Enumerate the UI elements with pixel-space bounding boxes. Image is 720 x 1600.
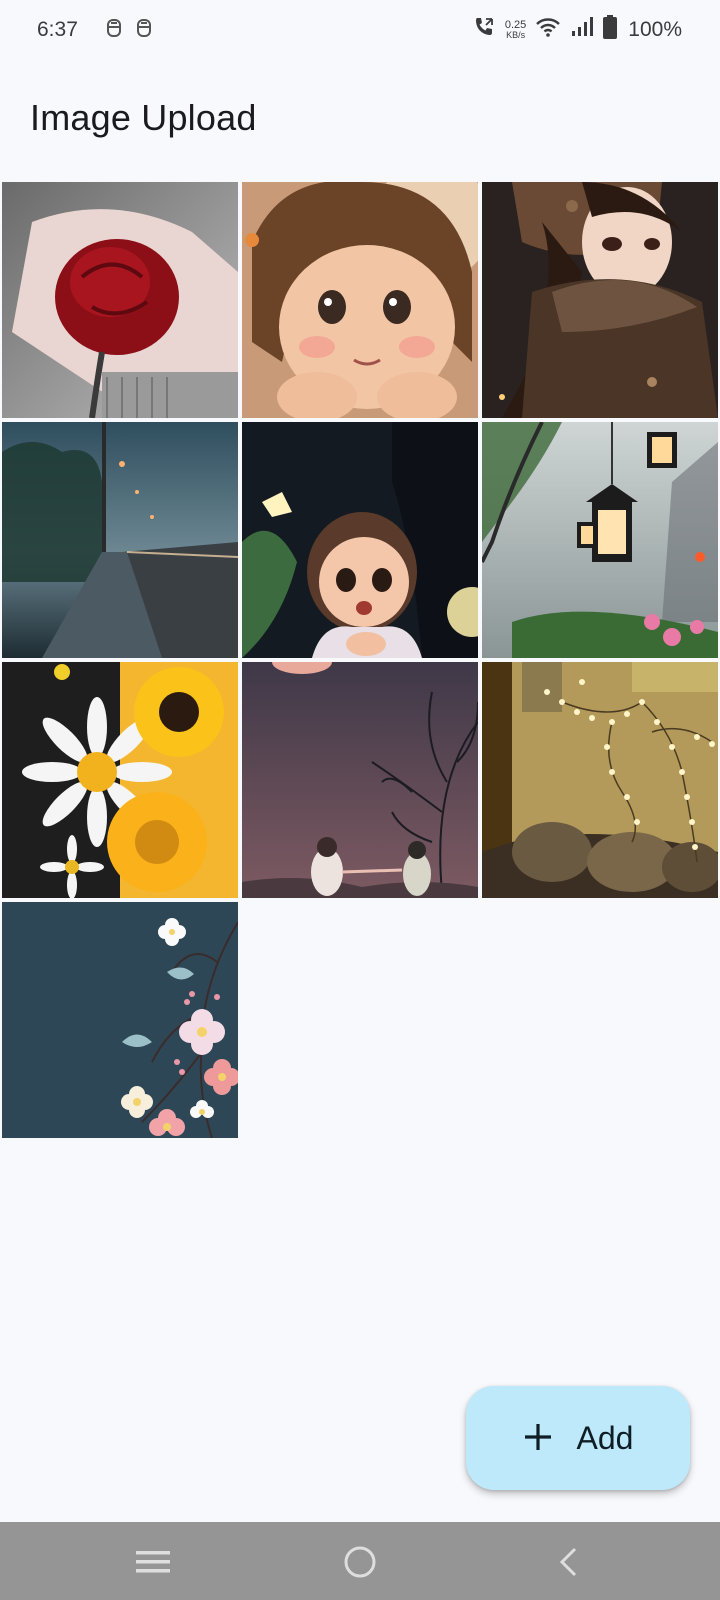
add-button-label: Add: [576, 1419, 634, 1456]
image-anime-girl-scarf[interactable]: [482, 182, 718, 418]
image-daisies-sunflowers[interactable]: [2, 662, 238, 898]
page-title: Image Upload: [30, 97, 257, 138]
status-left-icons: [106, 17, 152, 44]
network-speed-value: 0.25: [504, 18, 527, 31]
image-red-rose[interactable]: [2, 182, 238, 418]
network-speed-unit: KB/s: [506, 29, 526, 40]
network-speed: 0.25 KB/s: [504, 18, 527, 40]
call-icon: [472, 15, 496, 44]
notification-icon: [106, 17, 122, 44]
notification-icon: [136, 17, 152, 44]
home-icon[interactable]: [338, 1540, 382, 1584]
image-cartoon-girl-night[interactable]: [242, 422, 478, 658]
image-blossom-branch[interactable]: [2, 902, 238, 1138]
back-icon[interactable]: [546, 1540, 590, 1584]
image-lanterns[interactable]: [482, 422, 718, 658]
battery-icon: [603, 15, 618, 44]
image-couple-moon[interactable]: [242, 662, 478, 898]
battery-percent: 100%: [628, 17, 682, 41]
image-foggy-road[interactable]: [2, 422, 238, 658]
plus-icon: [523, 1422, 553, 1455]
status-right-icons: 0.25 KB/s 100%: [472, 15, 682, 44]
add-button[interactable]: Add: [466, 1386, 690, 1490]
signal-icon: [570, 16, 594, 43]
menu-icon[interactable]: [131, 1540, 175, 1584]
status-time: 6:37: [37, 18, 78, 41]
image-cartoon-girl-smiling[interactable]: [242, 182, 478, 418]
image-fairy-lights-room[interactable]: [482, 662, 718, 898]
navigation-bar: [0, 1522, 720, 1600]
image-grid: [2, 182, 720, 1138]
status-bar: 6:37 0.25 KB/s 100%: [0, 0, 720, 62]
wifi-icon: [535, 16, 561, 43]
